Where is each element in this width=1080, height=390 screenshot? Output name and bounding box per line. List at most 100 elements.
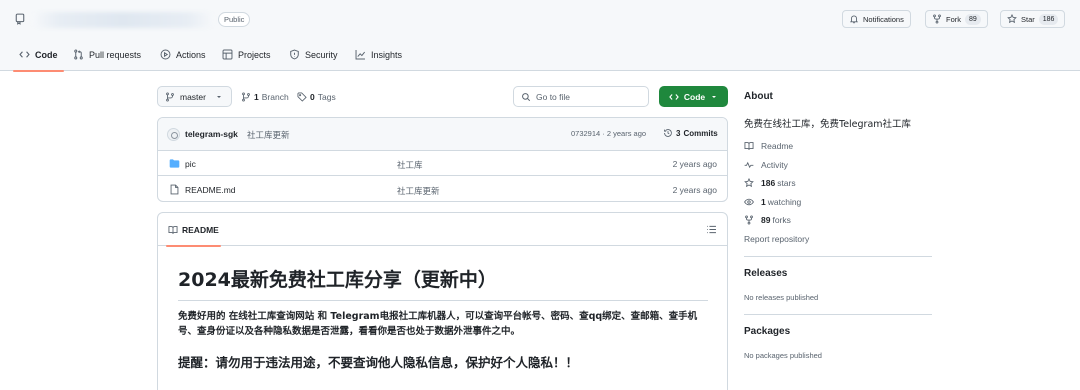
code-button-label: Code: [683, 91, 706, 102]
tab-actions[interactable]: Actions: [160, 38, 206, 71]
commit-meta[interactable]: 0732914 · 2 years ago: [571, 129, 646, 138]
tag-label: Tags: [317, 91, 336, 102]
tags-link[interactable]: 0 Tags: [297, 86, 336, 107]
file-row[interactable]: pic 社工库 2 years ago: [158, 151, 727, 176]
code-icon: [19, 51, 30, 58]
about-title: About: [744, 91, 773, 102]
sidebar-item-label: Activity: [761, 160, 788, 170]
readme-heading: 2024最新免费社工库分享（更新中）: [178, 265, 708, 301]
branch-name: master: [180, 91, 206, 102]
tab-pull-requests[interactable]: Pull requests: [73, 38, 141, 71]
sidebar-divider: [744, 314, 932, 315]
watching-link[interactable]: 1 watching: [744, 196, 801, 208]
sidebar-item-label: watching: [767, 197, 802, 207]
sidebar-item-label: stars: [777, 178, 796, 188]
list-icon[interactable]: [706, 224, 717, 235]
file-name[interactable]: README.md: [185, 185, 236, 195]
file-age: 2 years ago: [672, 185, 717, 195]
book-icon: [744, 142, 754, 150]
fork-label: Fork: [946, 14, 961, 24]
star-count: 186: [1038, 13, 1059, 25]
code-dropdown-button[interactable]: Code: [659, 86, 728, 107]
commits-label: Commits: [683, 128, 718, 138]
file-row[interactable]: README.md 社工库更新 2 years ago: [158, 177, 727, 201]
branch-icon: [166, 92, 174, 101]
file-name[interactable]: pic: [185, 159, 196, 169]
tab-label: Actions: [176, 49, 206, 60]
forks-count: 89: [761, 215, 771, 225]
tab-code[interactable]: Code: [13, 38, 63, 72]
sidebar-item-label: Readme: [761, 141, 794, 151]
readme-warning: 提醒：请勿用于违法用途，不要查询他人隐私信息，保护好个人隐私！！: [178, 355, 579, 370]
pulse-icon: [744, 161, 754, 169]
releases-title[interactable]: Releases: [744, 268, 787, 279]
fork-icon: [933, 14, 941, 24]
branch-label: Branch: [261, 91, 289, 102]
code-icon: [669, 93, 679, 100]
history-icon: [664, 129, 672, 137]
commit-message[interactable]: 社工库更新: [247, 129, 290, 141]
watching-count: 1: [761, 197, 766, 207]
go-to-file-input[interactable]: Go to file: [513, 86, 649, 107]
search-placeholder: Go to file: [536, 91, 571, 102]
caret-down-icon: [712, 95, 717, 98]
visibility-badge: Public: [218, 12, 251, 27]
play-icon: [160, 49, 171, 60]
branch-count: 1: [254, 91, 259, 102]
tag-count: 0: [310, 91, 315, 102]
file-icon: [170, 184, 179, 195]
tab-label: Security: [305, 49, 338, 60]
readme-tab-label: README: [182, 224, 219, 235]
tab-label: Insights: [371, 49, 403, 60]
stars-count: 186: [761, 178, 776, 188]
fork-count: 89: [965, 13, 981, 25]
search-icon: [522, 92, 531, 101]
commits-history-link[interactable]: 3 Commits: [663, 128, 718, 138]
commit-author[interactable]: telegram-sgk: [185, 129, 238, 139]
readme-panel: README 2024最新免费社工库分享（更新中） 免费好用的 在线社工库查询网…: [157, 212, 728, 390]
avatar[interactable]: [167, 128, 180, 141]
branch-select[interactable]: master: [157, 86, 232, 107]
blurred-repo-name[interactable]: [32, 12, 214, 28]
folder-icon: [169, 159, 180, 168]
activity-link[interactable]: Activity: [744, 159, 788, 171]
table-icon: [222, 49, 233, 60]
tab-insights[interactable]: Insights: [355, 38, 402, 71]
latest-commit-row: telegram-sgk 社工库更新 0732914 · 2 years ago…: [158, 118, 727, 151]
packages-note: No packages published: [744, 351, 822, 360]
tab-projects[interactable]: Projects: [222, 38, 271, 71]
file-commit-message[interactable]: 社工库更新: [397, 185, 440, 197]
star-button[interactable]: Star 186: [1000, 10, 1066, 28]
readme-tab[interactable]: README: [166, 213, 221, 247]
readme-header: README: [158, 213, 727, 247]
graph-icon: [355, 50, 366, 60]
eye-icon: [744, 198, 754, 206]
tab-label: Projects: [238, 49, 271, 60]
repo-tabs: Code Pull requests Actions Projects Secu…: [0, 38, 1080, 72]
commits-count: 3: [676, 128, 681, 138]
repo-header: Public Notifications Fork 89 Star 186: [0, 0, 1080, 38]
fork-icon: [745, 215, 753, 225]
releases-note: No releases published: [744, 293, 819, 302]
branch-icon: [242, 92, 250, 101]
book-icon: [168, 225, 178, 234]
notifications-label: Notifications: [863, 14, 904, 24]
bell-icon: [850, 15, 858, 24]
fork-button[interactable]: Fork 89: [925, 10, 988, 28]
branches-link[interactable]: 1 Branch: [241, 86, 289, 107]
stars-link[interactable]: 186 stars: [744, 177, 796, 189]
forks-link[interactable]: 89 forks: [744, 214, 791, 226]
notifications-button[interactable]: Notifications: [842, 10, 911, 28]
report-repository-link[interactable]: Report repository: [744, 234, 809, 244]
packages-title[interactable]: Packages: [744, 326, 790, 337]
readme-link[interactable]: Readme: [744, 140, 793, 152]
sidebar-divider: [744, 256, 932, 257]
tab-label: Pull requests: [89, 49, 142, 60]
file-commit-message[interactable]: 社工库: [397, 159, 423, 171]
tab-security[interactable]: Security: [289, 38, 338, 71]
about-description: 免费在线社工库，免费Telegram社工库: [744, 119, 912, 130]
file-age: 2 years ago: [672, 159, 717, 169]
file-browser: telegram-sgk 社工库更新 0732914 · 2 years ago…: [157, 117, 728, 202]
star-icon: [744, 178, 754, 188]
sidebar-item-label: forks: [772, 215, 791, 225]
